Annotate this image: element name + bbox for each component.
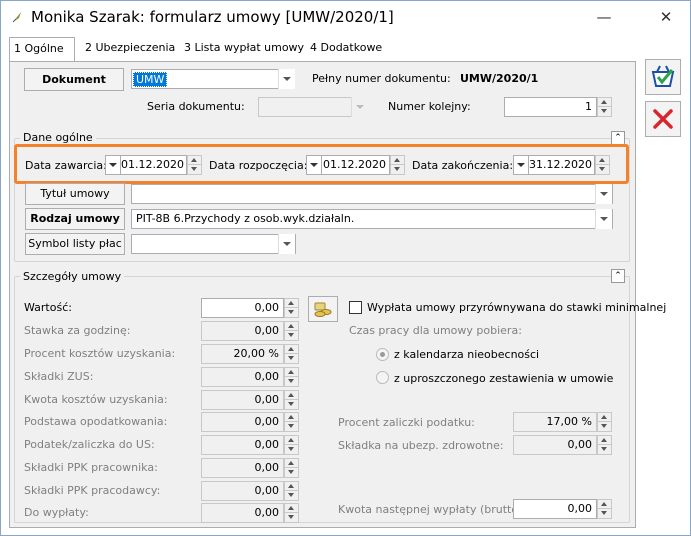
contract-kind-dropdown-arrow[interactable] — [595, 209, 612, 229]
radio-simple — [376, 371, 389, 384]
to-pay-input: 0,00 — [201, 503, 284, 523]
save-button[interactable] — [645, 59, 681, 95]
radio-calendar — [376, 348, 389, 361]
payroll-symbol-dropdown-arrow[interactable] — [278, 234, 295, 254]
payroll-symbol-select[interactable] — [131, 234, 296, 254]
general-collapse-icon[interactable]: ⌃ — [611, 131, 625, 145]
tax-advance-percent-spinner — [597, 412, 612, 432]
min-wage-checkbox-label: Wypłata umowy przyrównywana do stawki mi… — [367, 301, 667, 314]
hourly-rate-spinner — [284, 321, 299, 341]
document-type-value: UMW — [133, 72, 168, 87]
coins-icon — [314, 302, 332, 317]
cost-amount-input: 0,00 — [201, 390, 284, 410]
title-bar: Monika Szarak: formularz umowy [UMW/2020… — [1, 1, 690, 33]
contract-title-dropdown-arrow[interactable] — [595, 184, 612, 204]
contract-title-input[interactable] — [131, 184, 613, 204]
ppk-employee-label: Składki PPK pracownika: — [24, 461, 158, 474]
tax-advance-percent-input: 17,00 % — [513, 412, 597, 432]
cost-amount-label: Kwota kosztów uzyskania: — [24, 393, 168, 406]
health-insurance-spinner — [597, 435, 612, 455]
save-basket-icon — [651, 65, 675, 87]
cost-percent-label: Procent kosztów uzyskania: — [24, 347, 176, 360]
cancel-button[interactable] — [645, 101, 681, 137]
radio-calendar-label: z kalendarza nieobecności — [394, 348, 540, 361]
next-payment-input[interactable]: 0,00 — [513, 499, 597, 519]
seq-number-label: Numer kolejny: — [388, 100, 471, 113]
document-type-select[interactable]: UMW — [131, 69, 279, 89]
dates-highlight-frame — [14, 144, 629, 184]
work-time-label: Czas pracy dla umowy pobiera: — [349, 324, 522, 337]
ppk-employer-label: Składki PPK pracodawcy: — [24, 484, 161, 497]
app-feather-icon — [12, 12, 21, 23]
tax-advance-percent-label: Procent zaliczki podatku: — [338, 416, 475, 429]
value-input[interactable]: 0,00 — [201, 298, 284, 318]
seq-number-spinner[interactable] — [597, 97, 612, 117]
tax-advance-us-label: Podatek/zaliczka do US: — [24, 438, 155, 451]
tax-base-spinner — [284, 412, 299, 432]
tax-base-label: Podstawa opodatkowania: — [24, 415, 168, 428]
document-type-dropdown-arrow[interactable] — [278, 69, 295, 89]
zus-input: 0,00 — [201, 367, 284, 387]
minimize-button[interactable]: — — [581, 3, 627, 31]
cancel-x-icon — [653, 109, 673, 129]
details-collapse-icon[interactable]: ⌃ — [611, 269, 625, 283]
general-data-title: Dane ogólne — [20, 131, 96, 144]
cost-percent-input: 20,00 % — [201, 344, 284, 364]
tax-advance-us-input: 0,00 — [201, 435, 284, 455]
health-insurance-input: 0,00 — [513, 435, 597, 455]
tab-additional[interactable]: 4 Dodatkowe — [306, 37, 386, 62]
cost-percent-spinner — [284, 344, 299, 364]
next-payment-spinner[interactable] — [597, 499, 612, 519]
min-wage-checkbox[interactable] — [349, 301, 362, 314]
ppk-employer-spinner — [284, 481, 299, 501]
window-title: Monika Szarak: formularz umowy [UMW/2020… — [31, 8, 394, 26]
tax-base-input: 0,00 — [201, 412, 284, 432]
value-spinner[interactable] — [284, 298, 299, 318]
details-title: Szczegóły umowy — [20, 270, 125, 283]
next-payment-label: Kwota następnej wypłaty (brutto): — [338, 503, 527, 516]
ppk-employer-input: 0,00 — [201, 481, 284, 501]
ppk-employee-spinner — [284, 458, 299, 478]
series-dropdown-arrow — [351, 97, 368, 117]
hourly-rate-label: Stawka za godzinę: — [24, 324, 131, 337]
value-label: Wartość: — [24, 301, 72, 314]
to-pay-label: Do wypłaty: — [24, 506, 89, 519]
document-button[interactable]: Dokument — [24, 68, 124, 91]
tax-advance-us-spinner — [284, 435, 299, 455]
health-insurance-label: Składka na ubezp. zdrowotne: — [338, 439, 504, 452]
zus-spinner — [284, 367, 299, 387]
contract-kind-select[interactable]: PIT-8B 6.Przychody z osob.wyk.działaln. — [131, 209, 613, 229]
contract-title-button[interactable]: Tytuł umowy — [25, 183, 125, 205]
hourly-rate-input: 0,00 — [201, 321, 284, 341]
full-number-label: Pełny numer dokumentu: — [312, 72, 451, 85]
radio-simple-label: z uproszczonego zestawienia w umowie — [394, 372, 614, 385]
to-pay-spinner — [284, 503, 299, 523]
full-number-value: UMW/2020/1 — [460, 72, 539, 85]
seq-number-input[interactable]: 1 — [504, 97, 597, 117]
tab-payouts-list[interactable]: 3 Lista wypłat umowy — [180, 37, 308, 62]
cost-amount-spinner — [284, 390, 299, 410]
tab-insurance[interactable]: 2 Ubezpieczenia — [81, 37, 179, 62]
zus-label: Składki ZUS: — [24, 370, 94, 383]
contract-kind-button[interactable]: Rodzaj umowy — [25, 208, 125, 230]
calculate-coins-button[interactable] — [308, 296, 338, 322]
series-label: Seria dokumentu: — [147, 100, 245, 113]
tab-general[interactable]: 1 Ogólne — [9, 37, 75, 63]
close-button[interactable]: ✕ — [643, 3, 689, 31]
contract-form-window: Monika Szarak: formularz umowy [UMW/2020… — [0, 0, 691, 536]
payroll-symbol-button[interactable]: Symbol listy płac — [25, 233, 125, 255]
ppk-employee-input: 0,00 — [201, 458, 284, 478]
